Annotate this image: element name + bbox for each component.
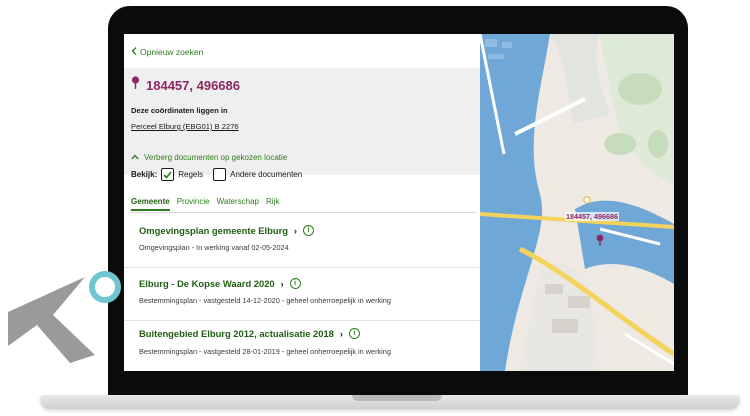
tab-provincie[interactable]: Provincie <box>177 197 210 211</box>
checkbox-andere-label: Andere documenten <box>230 170 303 179</box>
document-item[interactable]: Buitengebied Elburg 2012, actualisatie 2… <box>124 320 480 370</box>
coordinates-located-text: Deze coördinaten liggen in <box>131 106 228 115</box>
chevron-left-icon <box>131 47 137 57</box>
info-icon[interactable]: i <box>348 328 360 339</box>
document-title[interactable]: Elburg - De Kopse Waard 2020 › i <box>139 278 301 289</box>
document-title-text: Elburg - De Kopse Waard 2020 <box>139 278 275 289</box>
chevron-up-icon <box>131 153 139 162</box>
chevron-right-icon: › <box>339 328 343 339</box>
back-link-label: Opnieuw zoeken <box>140 47 204 57</box>
laptop-notch <box>352 395 442 401</box>
checkbox-andere-box[interactable] <box>213 168 227 181</box>
document-subtitle: Bestemmingsplan - vastgesteld 28-01-2019… <box>139 347 391 356</box>
map-view[interactable]: 184457, 496686 <box>480 34 674 371</box>
tab-gemeente[interactable]: Gemeente <box>131 197 170 211</box>
info-icon[interactable]: i <box>289 278 301 289</box>
map-pin-icon <box>131 76 140 94</box>
screen: Opnieuw zoeken 184457, 496686 Deze coörd… <box>124 34 674 371</box>
map-canvas <box>480 34 674 371</box>
document-title[interactable]: Buitengebied Elburg 2012, actualisatie 2… <box>139 328 360 339</box>
hide-documents-label: Verberg documenten op gekozen locatie <box>144 153 288 162</box>
document-title-text: Omgevingsplan gemeente Elburg <box>139 225 288 236</box>
view-filter-label: Bekijk: <box>131 170 158 179</box>
coordinate-title: 184457, 496686 <box>131 76 240 94</box>
checkbox-regels-box[interactable] <box>161 168 175 181</box>
authority-tabs: Gemeente Provincie Waterschap Rijk <box>131 197 279 211</box>
document-title[interactable]: Omgevingsplan gemeente Elburg › i <box>139 225 314 236</box>
tab-waterschap[interactable]: Waterschap <box>217 197 259 211</box>
back-link[interactable]: Opnieuw zoeken <box>131 47 203 57</box>
hide-documents-toggle[interactable]: Verberg documenten op gekozen locatie <box>131 153 287 162</box>
document-item[interactable]: Omgevingsplan gemeente Elburg › i Omgevi… <box>124 217 480 267</box>
tab-divider <box>131 212 476 213</box>
map-marker-label: 184457, 496686 <box>565 212 619 221</box>
check-icon <box>163 170 172 179</box>
chevron-right-icon: › <box>280 278 284 289</box>
view-filter: Bekijk: Regels Andere documenten <box>131 168 312 181</box>
chevron-right-icon: › <box>294 225 297 236</box>
info-icon[interactable]: i <box>303 225 314 236</box>
document-item[interactable]: Elburg - De Kopse Waard 2020 › i Bestemm… <box>124 267 480 317</box>
checkbox-regels[interactable]: Regels <box>161 168 203 181</box>
checkbox-andere-documenten[interactable]: Andere documenten <box>213 168 302 181</box>
parcel-link[interactable]: Perceel Elburg (EBG01) B 2276 <box>131 122 239 131</box>
tab-rijk[interactable]: Rijk <box>266 197 279 211</box>
result-panel: Opnieuw zoeken 184457, 496686 Deze coörd… <box>124 34 480 371</box>
checkbox-regels-label: Regels <box>178 170 204 179</box>
document-subtitle: Bestemmingsplan - vastgesteld 14-12-2020… <box>139 296 391 305</box>
document-title-text: Buitengebied Elburg 2012, actualisatie 2… <box>139 328 334 339</box>
document-subtitle: Omgevingsplan - In werking vanaf 02-05-2… <box>139 243 289 252</box>
coordinate-value: 184457, 496686 <box>146 77 240 93</box>
